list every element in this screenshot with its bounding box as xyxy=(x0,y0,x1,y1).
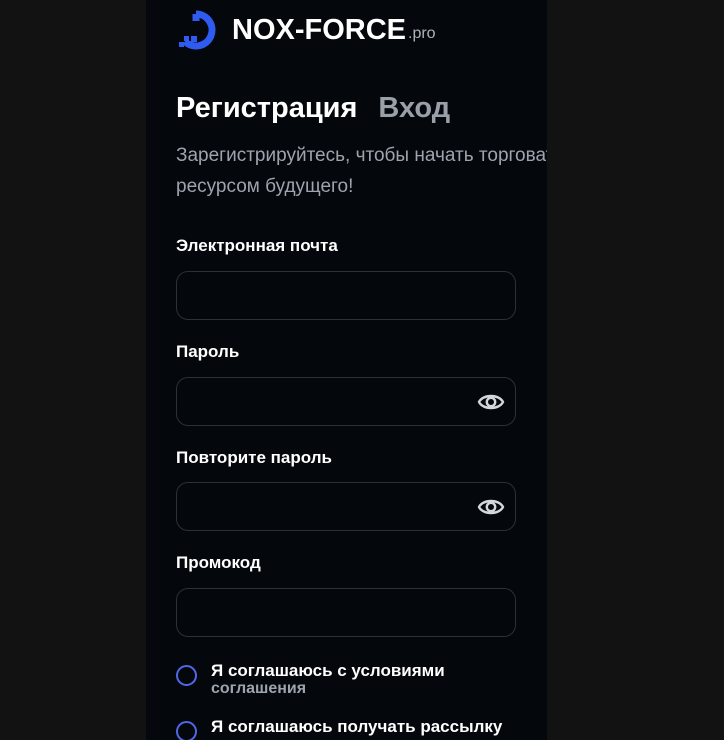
password-input[interactable] xyxy=(177,378,515,425)
password-label: Пароль xyxy=(176,342,240,361)
registration-screen: NOX-FORCE .pro Регистрация Вход Зарегист… xyxy=(146,0,547,740)
password-field-box xyxy=(176,377,516,426)
brand-logo[interactable]: NOX-FORCE .pro xyxy=(176,10,436,50)
eye-icon[interactable] xyxy=(477,390,505,414)
email-label: Электронная почта xyxy=(176,236,338,255)
auth-tabs: Регистрация Вход xyxy=(176,92,450,125)
brand-name: NOX-FORCE xyxy=(232,13,406,46)
agreement-terms-link[interactable]: соглашения xyxy=(211,680,445,698)
promo-input[interactable] xyxy=(177,589,515,636)
tab-registration[interactable]: Регистрация xyxy=(176,92,357,125)
password-repeat-input[interactable] xyxy=(177,483,515,530)
password-repeat-field-box xyxy=(176,482,516,531)
promo-label: Промокод xyxy=(176,553,261,572)
email-input[interactable] xyxy=(177,272,515,319)
brand-suffix: .pro xyxy=(408,25,436,42)
promo-field-box xyxy=(176,588,516,637)
eye-icon[interactable] xyxy=(477,495,505,519)
email-field-box xyxy=(176,271,516,320)
radio-circle-icon[interactable] xyxy=(176,721,197,740)
agreement-newsletter-checkbox[interactable]: Я соглашаюсь получать рассылку xyxy=(176,718,502,740)
nox-force-logo-icon xyxy=(179,10,216,50)
subtitle: Зарегистрируйтесь, чтобы начать торговат… xyxy=(176,145,547,197)
radio-circle-icon[interactable] xyxy=(176,665,197,686)
agreement-terms-text: Я соглашаюсь с условиями xyxy=(211,661,445,680)
password-repeat-label: Повторите пароль xyxy=(176,448,332,467)
tab-login[interactable]: Вход xyxy=(378,92,450,125)
agreement-newsletter-text: Я соглашаюсь получать рассылку xyxy=(211,717,503,736)
agreement-terms-checkbox[interactable]: Я соглашаюсь с условиями соглашения xyxy=(176,662,445,698)
